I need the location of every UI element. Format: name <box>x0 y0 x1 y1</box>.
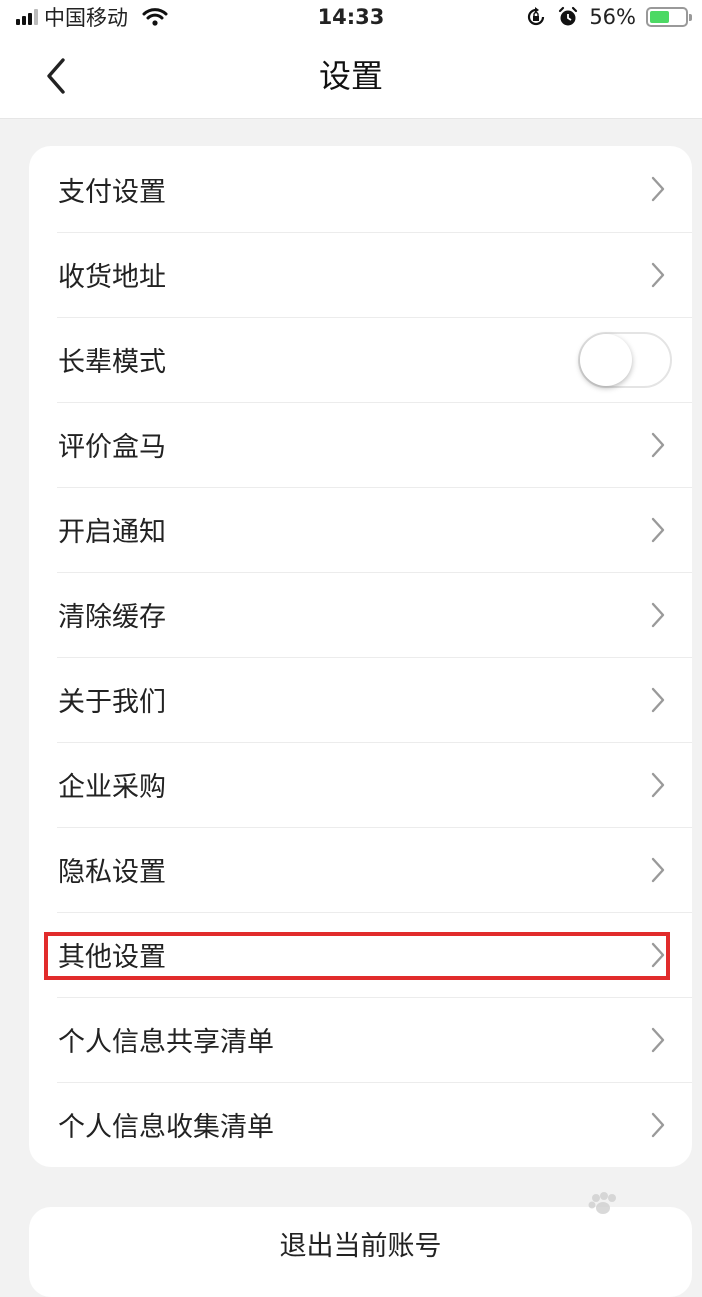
settings-list: 支付设置收货地址长辈模式评价盒马开启通知清除缓存关于我们企业采购隐私设置其他设置… <box>29 146 692 1167</box>
settings-row[interactable]: 企业采购 <box>29 742 692 827</box>
chevron-right-icon <box>651 432 665 457</box>
chevron-right-icon <box>651 176 665 202</box>
settings-row[interactable]: 关于我们 <box>29 657 692 742</box>
settings-row[interactable]: 清除缓存 <box>29 572 692 657</box>
settings-row[interactable]: 支付设置 <box>29 146 692 232</box>
alarm-icon <box>559 6 578 26</box>
settings-row-label: 开启通知 <box>58 517 166 548</box>
chevron-right-icon <box>651 942 665 967</box>
settings-row-label: 长辈模式 <box>58 347 166 378</box>
settings-row-label: 支付设置 <box>58 176 166 208</box>
settings-row-label: 个人信息共享清单 <box>58 1027 274 1058</box>
settings-row-label: 清除缓存 <box>58 602 166 633</box>
status-bar: 中国移动 14:33 56% <box>0 0 702 34</box>
settings-row-label: 其他设置 <box>58 942 166 973</box>
page-title: 设置 <box>318 57 383 95</box>
settings-row-label: 收货地址 <box>58 262 166 293</box>
settings-row[interactable]: 其他设置 <box>29 912 692 997</box>
settings-row[interactable]: 收货地址 <box>29 232 692 317</box>
settings-row[interactable]: 个人信息共享清单 <box>29 997 692 1082</box>
settings-row[interactable]: 评价盒马 <box>29 402 692 487</box>
toggle-knob <box>580 333 632 386</box>
settings-row[interactable]: 开启通知 <box>29 487 692 572</box>
elder-mode-toggle[interactable] <box>578 331 672 388</box>
settings-row[interactable]: 隐私设置 <box>29 827 692 912</box>
nav-bar: 设置 <box>0 34 702 119</box>
battery-percent: 56% <box>589 5 636 29</box>
settings-row-label: 企业采购 <box>58 772 166 803</box>
settings-row-label: 个人信息收集清单 <box>58 1112 274 1143</box>
logout-button[interactable]: 退出当前账号 <box>29 1207 692 1297</box>
chevron-right-icon <box>651 262 665 287</box>
chevron-right-icon <box>651 602 665 627</box>
settings-row[interactable]: 个人信息收集清单 <box>29 1082 692 1167</box>
chevron-right-icon <box>651 857 665 882</box>
settings-row[interactable]: 长辈模式 <box>29 317 692 402</box>
status-right: 56% <box>525 3 692 31</box>
settings-row-label: 评价盒马 <box>58 432 166 463</box>
chevron-right-icon <box>651 517 665 542</box>
chevron-right-icon <box>651 772 665 797</box>
settings-row-label: 隐私设置 <box>58 857 166 888</box>
chevron-right-icon <box>651 687 665 712</box>
settings-row-label: 关于我们 <box>58 687 166 718</box>
chevron-right-icon <box>651 1112 665 1137</box>
chevron-right-icon <box>651 1027 665 1052</box>
battery-icon <box>646 7 692 27</box>
rotation-lock-icon <box>528 7 545 26</box>
